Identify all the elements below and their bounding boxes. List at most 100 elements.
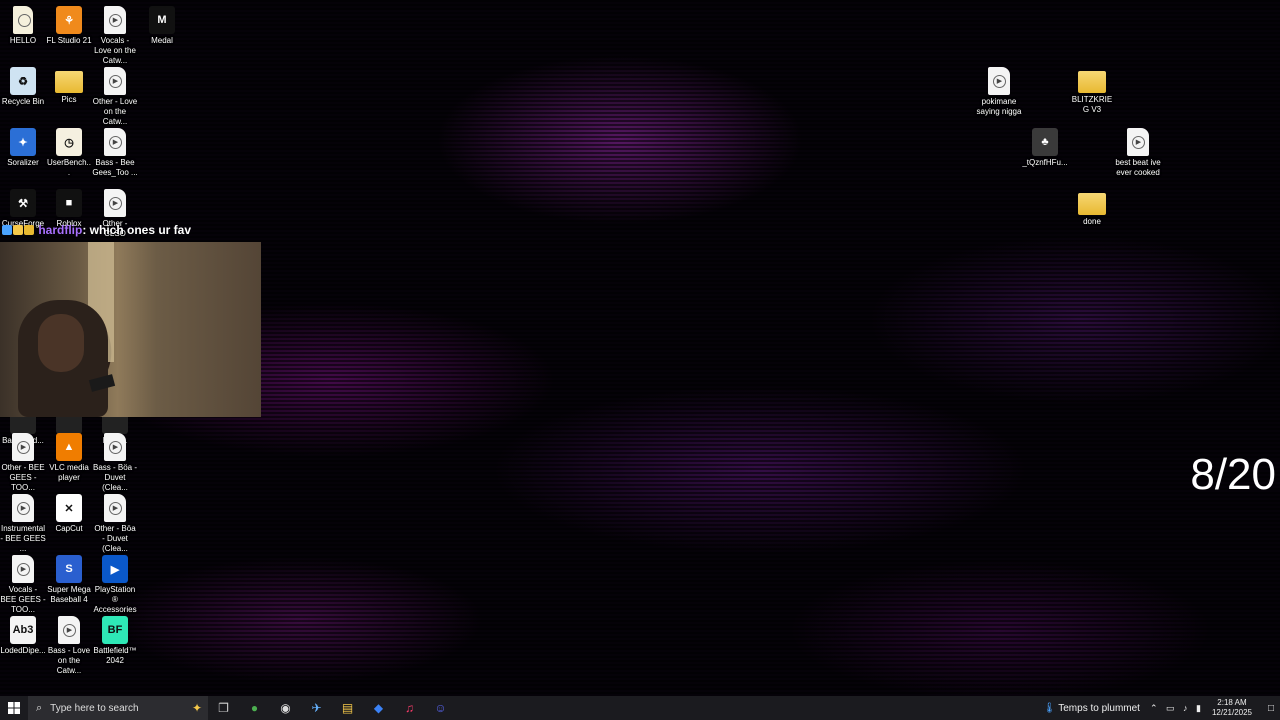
counter-overlay: 8/20: [1190, 450, 1276, 499]
badge-icon: [24, 224, 34, 235]
task-view-icon: ❐: [218, 701, 229, 715]
desktop-icon-label: FL Studio 21: [46, 36, 92, 45]
desktop-icon[interactable]: ▶ PlayStation® Accessories: [92, 555, 138, 615]
taskbar-app-steam[interactable]: ✈: [301, 696, 332, 720]
discord-icon: ☺: [434, 701, 447, 715]
desktop-icon[interactable]: ▶ best beat ive ever cooked: [1115, 128, 1161, 178]
desktop-icon[interactable]: HELLO: [0, 6, 46, 46]
taskbar: ⌕ Type here to search ✦ ❐ ● ◉ ✈ ▤ ◆ ♫ ☺ 🌡 Temps…: [0, 696, 1280, 720]
app-icon: ♻: [10, 67, 36, 95]
desktop-icon[interactable]: ▶ Bass - Böa - Duvet (Clea...: [92, 433, 138, 493]
tray-icons[interactable]: ⌃ ▭ ♪ ▮: [1150, 703, 1204, 714]
desktop-icon[interactable]: ▶ Vocals - Love on the Catw...: [92, 6, 138, 66]
app-icon: ▲: [56, 433, 82, 461]
desktop-icon-label: LodedDipe...: [0, 646, 46, 655]
media-file-icon: ▶: [12, 433, 34, 461]
app-icon: ✦: [10, 128, 36, 156]
media-file-icon: ▶: [12, 494, 34, 522]
steam-icon: ✈: [311, 701, 322, 715]
app-icon: ■: [56, 189, 82, 217]
start-button[interactable]: [0, 696, 28, 720]
taskbar-search[interactable]: ⌕ Type here to search ✦: [28, 696, 208, 720]
desktop-icon-label: HELLO: [9, 36, 37, 45]
app-icon: S: [56, 555, 82, 583]
media-file-icon: ▶: [12, 555, 34, 583]
desktop-icon-label: Battlefield™ 2042: [93, 646, 137, 665]
desktop-icon[interactable]: ⚘ FL Studio 21: [46, 6, 92, 46]
desktop-icon[interactable]: S Super Mega Baseball 4: [46, 555, 92, 605]
system-tray: 🌡 Temps to plummet ⌃ ▭ ♪ ▮ 2:18 AM 12/21…: [1043, 696, 1280, 720]
media-file-icon: ▶: [1127, 128, 1149, 156]
copilot-icon[interactable]: ✦: [192, 701, 202, 715]
desktop-icon[interactable]: ▶ Other - Böa - Duvet (Clea...: [92, 494, 138, 554]
desktop-icon[interactable]: ◷ UserBench...: [46, 128, 92, 178]
desktop-icon[interactable]: ▶ Bass - Love on the Catw...: [46, 616, 92, 676]
search-icon: ⌕: [36, 701, 43, 714]
desktop-icon-label: Other - Böa - Duvet (Clea...: [94, 524, 136, 553]
desktop-icon-label: Bass - Bee Gees_Too ...: [92, 158, 138, 177]
windows-icon: [8, 702, 20, 714]
desktop-icon[interactable]: ▶ Other - Love on the Catw...: [92, 67, 138, 127]
app-icon: M: [149, 6, 175, 34]
taskbar-app-launcher[interactable]: ◆: [363, 696, 394, 720]
desktop-icon[interactable]: ▶ Other - BEE GEES - TOO...: [0, 433, 46, 493]
desktop-icon-label: best beat ive ever cooked: [1115, 158, 1161, 177]
desktop-icon[interactable]: ✦ Soralizer: [0, 128, 46, 168]
desktop-icon-label: _tQznfHFu...: [1022, 158, 1068, 167]
notification-icon[interactable]: □: [1262, 696, 1280, 720]
media-file-icon: ▶: [104, 67, 126, 95]
media-file-icon: ▶: [58, 616, 80, 644]
app-icon: Ab3: [10, 616, 36, 644]
desktop-icon-label: PlayStation® Accessories: [93, 585, 137, 614]
app-icon: ⚘: [56, 6, 82, 34]
search-placeholder: Type here to search: [50, 702, 139, 714]
weather-widget[interactable]: 🌡 Temps to plummet: [1043, 703, 1140, 714]
desktop-icon-label: Super Mega Baseball 4: [47, 585, 91, 604]
desktop-icon-label: Recycle Bin: [1, 97, 45, 106]
desktop-icon-label: UserBench...: [46, 158, 92, 177]
desktop-icon-label: done: [1083, 217, 1101, 226]
file-explorer-icon: ▤: [341, 701, 354, 715]
app-icon: ✕: [56, 494, 82, 522]
stream-chat-message: hardflip: which ones ur fav: [2, 223, 191, 238]
clock-date: 12/21/2025: [1211, 708, 1252, 717]
desktop-icon[interactable]: ▶ Vocals - BEE GEES - TOO...: [0, 555, 46, 615]
folder-icon: [55, 71, 83, 93]
clock[interactable]: 2:18 AM 12/21/2025: [1212, 698, 1252, 718]
desktop-icon[interactable]: ▲ VLC media player: [46, 433, 92, 483]
desktop-icon[interactable]: M Medal: [139, 6, 185, 46]
app-icon: ♣: [1032, 128, 1058, 156]
desktop-icon[interactable]: BLITZKRIEG V3: [1069, 67, 1115, 115]
folder-icon: [1078, 193, 1106, 215]
desktop-icon-label: Bass - Love on the Catw...: [47, 646, 91, 675]
desktop-icon-label: Other - Love on the Catw...: [92, 97, 138, 126]
folder-icon: [1078, 71, 1106, 93]
desktop-icon[interactable]: ♻ Recycle Bin: [0, 67, 46, 107]
desktop-icon-label: Vocals - Love on the Catw...: [94, 36, 136, 65]
taskbar-app-file-explorer[interactable]: ▤: [332, 696, 363, 720]
itunes-icon: ♫: [405, 701, 414, 715]
taskbar-app-itunes[interactable]: ♫: [394, 696, 425, 720]
desktop-icon[interactable]: Ab3 LodedDipe...: [0, 616, 46, 656]
desktop-icon[interactable]: Pics: [46, 67, 92, 105]
desktop-icon-label: Soralizer: [7, 158, 39, 167]
desktop-icon[interactable]: ▶ pokimane saying nigga: [976, 67, 1022, 117]
desktop-icon-label: VLC media player: [49, 463, 89, 482]
taskbar-app-chrome[interactable]: ●: [239, 696, 270, 720]
desktop-icon[interactable]: ▶ Instrumental - BEE GEES ...: [0, 494, 46, 554]
desktop-icon-label: Pics: [61, 95, 77, 104]
desktop-icon-label: Medal: [151, 36, 173, 45]
media-file-icon: ▶: [988, 67, 1010, 95]
desktop-icon[interactable]: ▶ Bass - Bee Gees_Too ...: [92, 128, 138, 178]
desktop-icon[interactable]: BF Battlefield™ 2042: [92, 616, 138, 666]
desktop-icon[interactable]: ✕ CapCut: [46, 494, 92, 534]
taskbar-app-task-view[interactable]: ❐: [208, 696, 239, 720]
desktop-icon[interactable]: done: [1069, 189, 1115, 227]
app-icon: ⚒: [10, 189, 36, 217]
badge-icon: [2, 224, 12, 235]
desktop-icon[interactable]: ♣ _tQznfHFu...: [1022, 128, 1068, 168]
chrome-icon: ●: [250, 701, 259, 715]
taskbar-app-discord[interactable]: ☺: [425, 696, 456, 720]
launcher-icon: ◆: [373, 701, 384, 715]
taskbar-app-obs[interactable]: ◉: [270, 696, 301, 720]
